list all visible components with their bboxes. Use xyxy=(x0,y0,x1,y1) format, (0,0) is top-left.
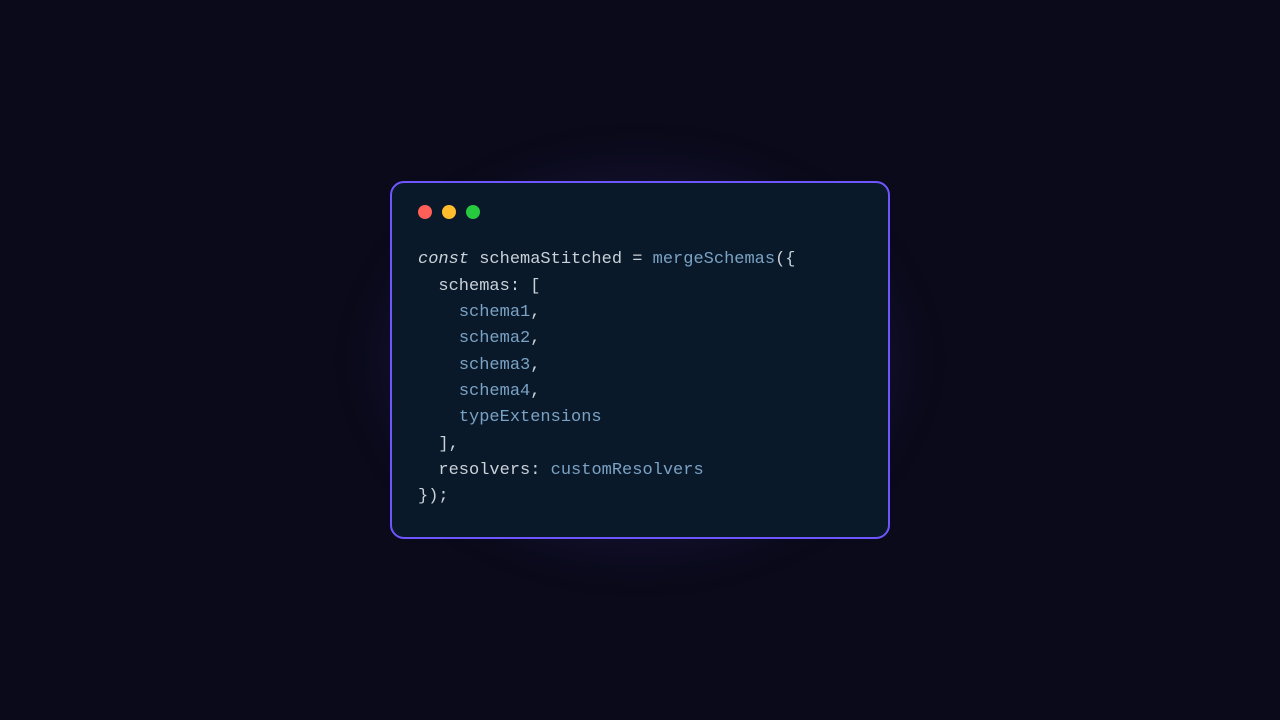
equals-sign: = xyxy=(632,250,642,269)
prop-schemas: schemas xyxy=(438,277,509,296)
code-block: const schemaStitched = mergeSchemas({ sc… xyxy=(418,247,862,510)
traffic-lights xyxy=(418,205,862,219)
open-paren-brace: ({ xyxy=(775,250,795,269)
zoom-icon[interactable] xyxy=(466,205,480,219)
comma: , xyxy=(530,303,540,322)
comma: , xyxy=(530,382,540,401)
function-name: mergeSchemas xyxy=(653,250,775,269)
comma: , xyxy=(530,356,540,375)
bracket-open: [ xyxy=(530,277,540,296)
array-item: schema4 xyxy=(459,382,530,401)
variable-name: schemaStitched xyxy=(479,250,622,269)
close-brace-paren: }); xyxy=(418,487,449,506)
array-item: schema3 xyxy=(459,356,530,375)
comma: , xyxy=(449,435,459,454)
colon: : xyxy=(510,277,520,296)
array-item: schema1 xyxy=(459,303,530,322)
prop-resolvers: resolvers xyxy=(438,461,530,480)
array-item: schema2 xyxy=(459,329,530,348)
comma: , xyxy=(530,329,540,348)
minimize-icon[interactable] xyxy=(442,205,456,219)
array-item: typeExtensions xyxy=(459,408,602,427)
keyword-const: const xyxy=(418,250,469,269)
colon: : xyxy=(530,461,540,480)
code-window-wrapper: const schemaStitched = mergeSchemas({ sc… xyxy=(390,181,890,538)
code-window: const schemaStitched = mergeSchemas({ sc… xyxy=(390,181,890,538)
close-icon[interactable] xyxy=(418,205,432,219)
bracket-close: ] xyxy=(438,435,448,454)
resolvers-value: customResolvers xyxy=(551,461,704,480)
